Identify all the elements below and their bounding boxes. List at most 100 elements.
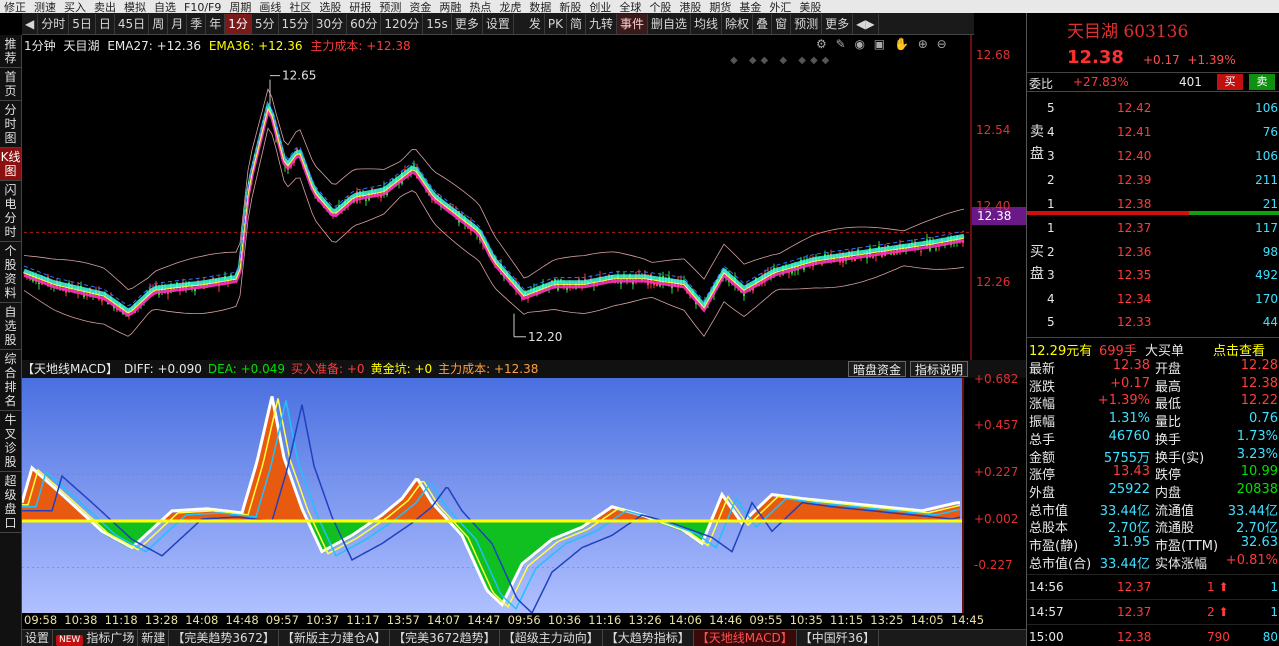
top-menu-item[interactable]: 期货 bbox=[705, 2, 735, 13]
briefcase-icon[interactable]: ▣ bbox=[874, 37, 885, 51]
period-tab[interactable]: 月 bbox=[168, 14, 188, 34]
sidebar-item[interactable]: 分时图 bbox=[0, 101, 21, 148]
back-icon[interactable]: ◀ bbox=[22, 14, 39, 34]
top-menu-item[interactable]: 自选 bbox=[150, 2, 180, 13]
period-tab[interactable]: 周 bbox=[149, 14, 169, 34]
toolbar-tool[interactable]: 叠 bbox=[753, 14, 773, 34]
big-order-row[interactable]: 12.29元有 699手 大买单 点击查看 bbox=[1027, 337, 1279, 359]
sidebar-item[interactable]: K线图 bbox=[0, 148, 21, 181]
toolbar-tool[interactable]: 更多 bbox=[822, 14, 854, 34]
sidebar-item[interactable]: 首页 bbox=[0, 68, 21, 101]
top-menu-item[interactable]: 创业 bbox=[585, 2, 615, 13]
top-menu-item[interactable]: 修正 bbox=[0, 2, 30, 13]
indicator-tab[interactable]: 【天地线MACD】 bbox=[693, 630, 797, 646]
period-tab[interactable]: 季 bbox=[187, 14, 207, 34]
indicator-tab[interactable]: 【完美趋势3672】 bbox=[169, 630, 279, 646]
top-menu-item[interactable]: 港股 bbox=[675, 2, 705, 13]
toolbar-tool[interactable]: 预测 bbox=[791, 14, 823, 34]
ask-row[interactable]: 4 12.41 76 bbox=[1047, 122, 1279, 142]
period-tab[interactable]: 日 bbox=[96, 14, 115, 34]
gear-icon[interactable]: ⚙ bbox=[816, 37, 827, 51]
toolbar-tool[interactable]: 简 bbox=[567, 14, 586, 34]
sell-button[interactable]: 卖 bbox=[1249, 74, 1275, 90]
buy-button[interactable]: 买 bbox=[1217, 74, 1243, 90]
sidebar-item[interactable]: 推荐 bbox=[0, 35, 21, 68]
indicator-tab[interactable]: 【中国歼36】 bbox=[797, 630, 879, 646]
period-tab[interactable]: 30分 bbox=[313, 14, 348, 34]
toolbar-tool[interactable]: 删自选 bbox=[648, 14, 692, 34]
indicator-tab[interactable]: 【新版主力建仓A】 bbox=[279, 630, 391, 646]
sidebar-item[interactable]: 超级盘口 bbox=[0, 472, 21, 533]
zoom-out-icon[interactable]: ⊖ bbox=[937, 37, 947, 51]
top-menu-item[interactable]: 全球 bbox=[615, 2, 645, 13]
period-tab[interactable]: 更多 bbox=[452, 14, 483, 34]
period-tab[interactable]: 45日 bbox=[115, 14, 150, 34]
indicator-tab[interactable]: 设置 bbox=[22, 630, 54, 646]
period-tab[interactable]: 5分 bbox=[252, 14, 279, 34]
period-tab[interactable]: 15分 bbox=[279, 14, 313, 34]
top-menu-item[interactable]: 买入 bbox=[60, 2, 90, 13]
toolbar-tool[interactable]: 均线 bbox=[691, 14, 723, 34]
period-tab[interactable]: 设置 bbox=[483, 14, 514, 34]
toolbar-tool[interactable]: 发 bbox=[526, 14, 545, 34]
ask-row[interactable]: 2 12.39 211 bbox=[1047, 170, 1279, 190]
macd-chart[interactable] bbox=[22, 378, 1026, 613]
bid-row[interactable]: 5 12.33 44 bbox=[1047, 312, 1279, 332]
dark-fund-button[interactable]: 暗盘资金 bbox=[848, 361, 907, 377]
top-menu-item[interactable]: 选股 bbox=[315, 2, 345, 13]
top-menu-item[interactable]: 研报 bbox=[345, 2, 375, 13]
chart-area[interactable]: 12.65 12.20 1分钟 天目湖 EMA27: +12.36 EMA36: … bbox=[22, 35, 1026, 646]
top-menu-item[interactable]: 周期 bbox=[225, 2, 255, 13]
indicator-tab[interactable]: 【完美3672趋势】 bbox=[390, 630, 500, 646]
toolbar-tool[interactable]: PK bbox=[545, 14, 567, 34]
toolbar-tool[interactable]: 除权 bbox=[722, 14, 754, 34]
indicator-tab[interactable]: NEW 指标广场 bbox=[53, 630, 139, 646]
period-tab[interactable]: 5日 bbox=[69, 14, 96, 34]
bid-row[interactable]: 1 12.37 117 bbox=[1047, 218, 1279, 238]
top-menu-item[interactable]: 社区 bbox=[285, 2, 315, 13]
toolbar-tool[interactable]: 九转 bbox=[586, 14, 617, 34]
sidebar-item[interactable]: 闪电分时 bbox=[0, 181, 21, 242]
period-tab[interactable]: 15s bbox=[423, 14, 452, 34]
top-menu-item[interactable]: 测速 bbox=[30, 2, 60, 13]
sidebar-item[interactable]: 综合排名 bbox=[0, 350, 21, 411]
sidebar-item[interactable]: 自选股 bbox=[0, 303, 21, 350]
top-menu-item[interactable]: 卖出 bbox=[90, 2, 120, 13]
top-menu-item[interactable]: 热点 bbox=[465, 2, 495, 13]
indicator-tab[interactable]: 【超级主力动向】 bbox=[500, 630, 603, 646]
hand-icon[interactable]: ✋ bbox=[894, 37, 909, 51]
ask-row[interactable]: 3 12.40 106 bbox=[1047, 146, 1279, 166]
sidebar-item[interactable]: 牛叉诊股 bbox=[0, 411, 21, 472]
top-menu-item[interactable]: F10/F9 bbox=[180, 2, 225, 13]
top-menu-item[interactable]: 画线 bbox=[255, 2, 285, 13]
big-order-link[interactable]: 点击查看 bbox=[1213, 340, 1265, 359]
top-menu-item[interactable]: 美股 bbox=[795, 2, 825, 13]
indicator-help-button[interactable]: 指标说明 bbox=[910, 361, 969, 377]
top-menu-item[interactable]: 新股 bbox=[555, 2, 585, 13]
period-tab[interactable]: 分时 bbox=[38, 14, 70, 34]
bid-row[interactable]: 4 12.34 170 bbox=[1047, 289, 1279, 309]
zoom-in-icon[interactable]: ⊕ bbox=[918, 37, 928, 51]
period-tab[interactable]: 1分 bbox=[225, 14, 252, 34]
indicator-tab[interactable]: 新建 bbox=[138, 630, 170, 646]
indicator-tab[interactable]: 【大趋势指标】 bbox=[603, 630, 694, 646]
top-menu-item[interactable]: 数据 bbox=[525, 2, 555, 13]
toolbar-tool[interactable]: 事件 bbox=[617, 14, 649, 34]
bid-row[interactable]: 3 12.35 492 bbox=[1047, 265, 1279, 285]
toolbar-tool[interactable]: 窗 bbox=[772, 14, 792, 34]
bid-row[interactable]: 2 12.36 98 bbox=[1047, 242, 1279, 262]
top-menu-item[interactable]: 模拟 bbox=[120, 2, 150, 13]
top-menu-item[interactable]: 外汇 bbox=[765, 2, 795, 13]
top-menu-item[interactable]: 预测 bbox=[375, 2, 405, 13]
top-menu-item[interactable]: 个股 bbox=[645, 2, 675, 13]
ask-row[interactable]: 5 12.42 106 bbox=[1047, 98, 1279, 118]
eye-icon[interactable]: ◉ bbox=[854, 37, 864, 51]
next-icon[interactable]: ◀▶ bbox=[853, 14, 879, 34]
kline-chart[interactable]: 12.65 12.20 bbox=[22, 35, 1026, 360]
period-tab[interactable]: 年 bbox=[206, 14, 226, 34]
top-menu-item[interactable]: 龙虎 bbox=[495, 2, 525, 13]
period-tab[interactable]: 60分 bbox=[347, 14, 382, 34]
top-menu-item[interactable]: 两融 bbox=[435, 2, 465, 13]
top-menu-item[interactable]: 资金 bbox=[405, 2, 435, 13]
top-menu-item[interactable]: 基金 bbox=[735, 2, 765, 13]
